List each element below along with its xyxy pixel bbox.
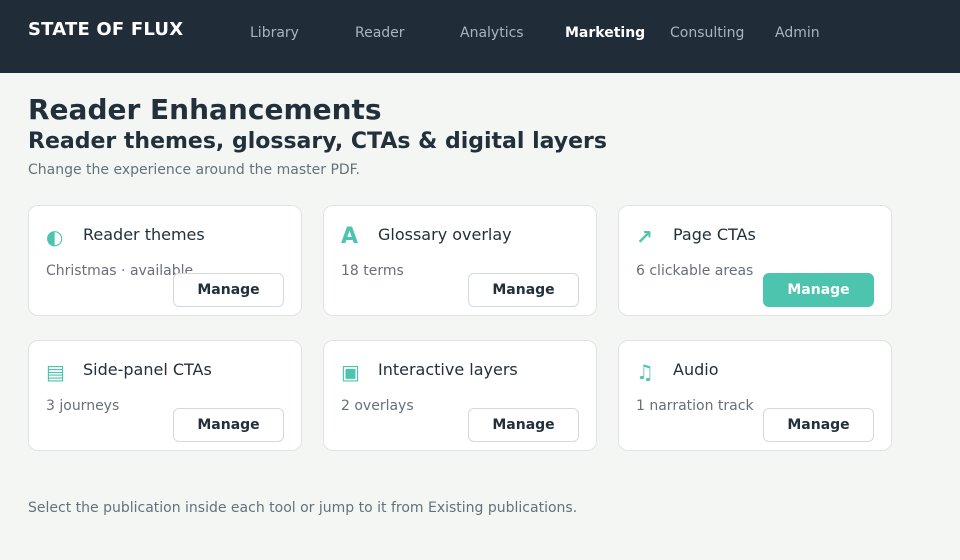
card-meta: 1 narration track <box>636 398 754 414</box>
card-title: Glossary overlay <box>378 225 512 244</box>
page-title: Reader Enhancements <box>28 93 382 126</box>
nav-item-analytics[interactable]: Analytics <box>460 25 524 41</box>
nav-item-consulting[interactable]: Consulting <box>670 25 744 41</box>
nav-item-library[interactable]: Library <box>250 25 299 41</box>
page-subtitle: Reader themes, glossary, CTAs & digital … <box>28 129 608 154</box>
letter-a-icon: A <box>341 224 359 249</box>
card-meta: 3 journeys <box>46 398 120 414</box>
card-title: Page CTAs <box>673 225 756 244</box>
manage-button-page-ctas[interactable]: Manage <box>763 273 874 307</box>
manage-button-side-panel-ctas[interactable]: Manage <box>173 408 284 442</box>
page-description: Change the experience around the master … <box>28 162 360 178</box>
layers-square-icon: ▣ <box>341 360 360 384</box>
card-meta: 2 overlays <box>341 398 414 414</box>
brand-logo[interactable]: STATE OF FLUX <box>28 19 183 40</box>
card-audio: ♫ Audio 1 narration track Manage <box>618 340 892 451</box>
card-title: Interactive layers <box>378 360 518 379</box>
card-title: Side-panel CTAs <box>83 360 212 379</box>
music-note-icon: ♫ <box>636 360 654 384</box>
footer-note: Select the publication inside each tool … <box>28 500 578 516</box>
manage-button-glossary-overlay[interactable]: Manage <box>468 273 579 307</box>
card-glossary-overlay: A Glossary overlay 18 terms Manage <box>323 205 597 316</box>
manage-button-audio[interactable]: Manage <box>763 408 874 442</box>
card-interactive-layers: ▣ Interactive layers 2 overlays Manage <box>323 340 597 451</box>
top-navigation-bar: STATE OF FLUX Library Reader Analytics M… <box>0 0 960 73</box>
manage-button-interactive-layers[interactable]: Manage <box>468 408 579 442</box>
card-side-panel-ctas: ▤ Side-panel CTAs 3 journeys Manage <box>28 340 302 451</box>
nav-item-marketing[interactable]: Marketing <box>565 25 645 41</box>
side-panel-icon: ▤ <box>46 360 65 384</box>
half-circle-icon: ◐ <box>46 225 64 249</box>
manage-button-reader-themes[interactable]: Manage <box>173 273 284 307</box>
card-page-ctas: ↗ Page CTAs 6 clickable areas Manage <box>618 205 892 316</box>
card-meta: 6 clickable areas <box>636 263 754 279</box>
nav-item-admin[interactable]: Admin <box>775 25 820 41</box>
card-meta: Christmas · available <box>46 263 194 279</box>
card-title: Reader themes <box>83 225 205 244</box>
card-title: Audio <box>673 360 719 379</box>
arrow-up-right-icon: ↗ <box>636 225 653 249</box>
nav-item-reader[interactable]: Reader <box>355 25 405 41</box>
card-reader-themes: ◐ Reader themes Christmas · available Ma… <box>28 205 302 316</box>
card-meta: 18 terms <box>341 263 404 279</box>
